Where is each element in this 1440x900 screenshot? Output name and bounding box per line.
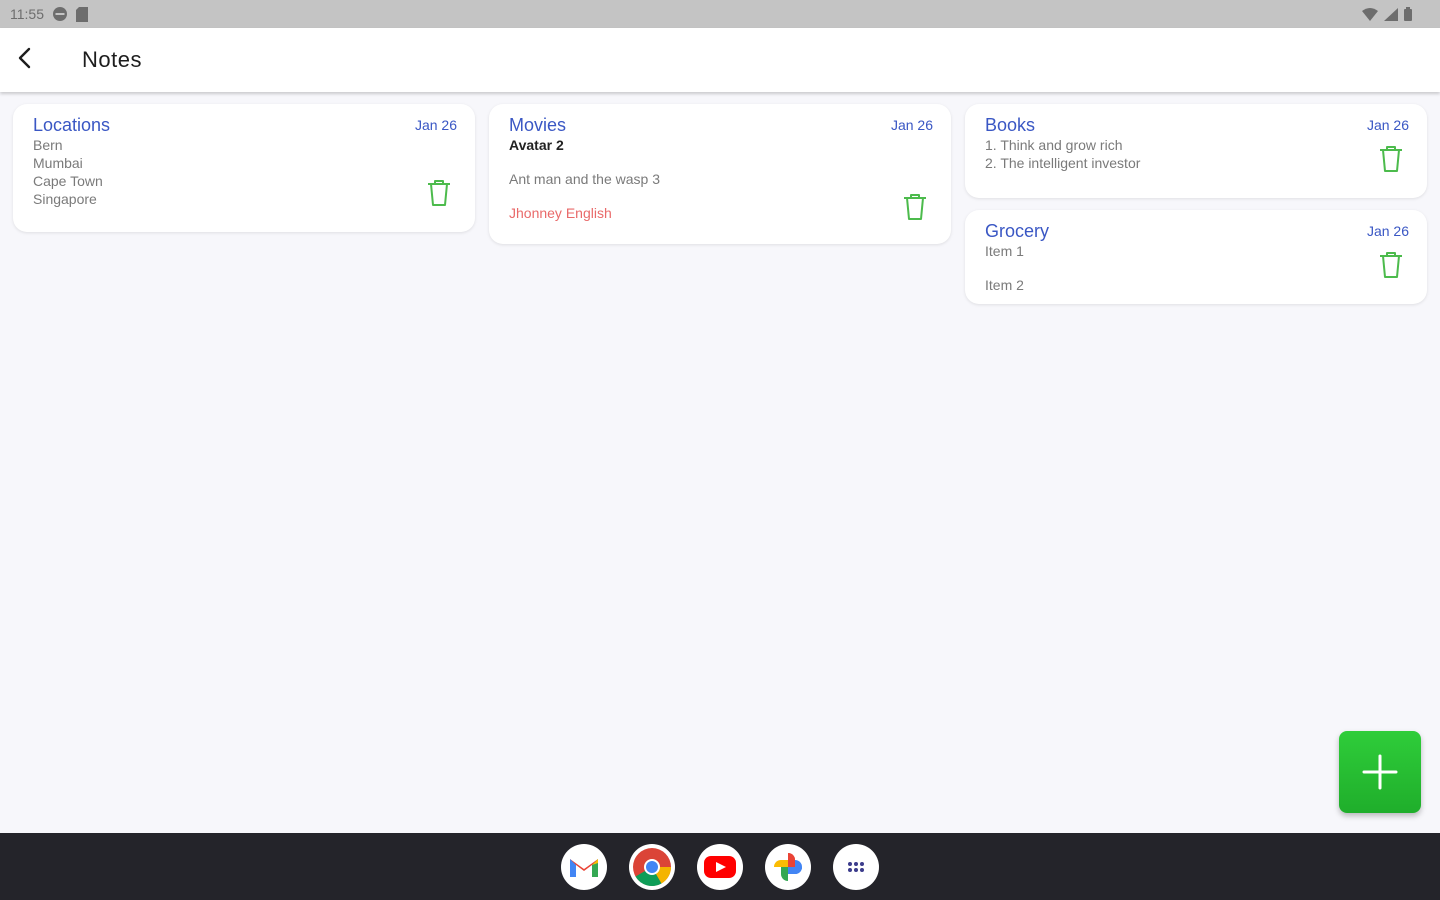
notes-column-1: Locations Jan 26 Bern Mumbai Cape Town S…	[13, 104, 475, 232]
note-date: Jan 26	[1366, 117, 1409, 133]
delete-note-button[interactable]	[901, 192, 929, 222]
wifi-icon	[1362, 7, 1378, 21]
note-line: Item 2	[985, 277, 1024, 293]
note-card-books[interactable]: Books Jan 26 1. Think and grow rich 2. T…	[965, 104, 1427, 198]
delete-note-button[interactable]	[425, 178, 453, 208]
status-time: 11:55	[10, 6, 44, 22]
sim-card-icon	[76, 6, 88, 22]
note-date: Jan 26	[1366, 223, 1409, 239]
trash-icon	[428, 180, 450, 206]
note-card-movies[interactable]: Movies Jan 26 Avatar 2 Ant man and the w…	[489, 104, 951, 244]
chrome-icon[interactable]	[629, 843, 675, 890]
cell-signal-icon	[1384, 7, 1398, 21]
notes-column-2: Movies Jan 26 Avatar 2 Ant man and the w…	[489, 104, 951, 244]
note-line: Item 1	[985, 243, 1024, 259]
back-button[interactable]	[0, 34, 52, 86]
status-left: 11:55	[10, 6, 88, 22]
note-line: 1. Think and grow rich	[985, 137, 1123, 153]
do-not-disturb-icon	[52, 6, 68, 22]
status-right	[1362, 7, 1412, 21]
trash-icon	[1380, 252, 1402, 278]
photos-icon[interactable]	[765, 843, 811, 890]
page-title: Notes	[82, 47, 142, 72]
note-date: Jan 26	[890, 117, 933, 133]
note-line: Jhonney English	[509, 205, 612, 221]
note-line: Ant man and the wasp 3	[509, 171, 660, 187]
youtube-icon[interactable]	[697, 843, 743, 890]
note-line: Bern	[33, 137, 63, 153]
note-date: Jan 26	[414, 117, 457, 133]
note-title: Locations	[33, 115, 111, 135]
notes-grid: Locations Jan 26 Bern Mumbai Cape Town S…	[0, 92, 1440, 833]
taskbar	[0, 833, 1440, 900]
note-line: Avatar 2	[509, 137, 564, 153]
status-bar: 11:55	[0, 0, 1440, 28]
battery-icon	[1404, 7, 1412, 21]
delete-note-button[interactable]	[1377, 250, 1405, 280]
note-card-grocery[interactable]: Grocery Jan 26 Item 1 Item 2	[965, 210, 1427, 304]
plus-icon	[1362, 754, 1398, 790]
note-line: 2. The intelligent investor	[985, 155, 1141, 171]
add-note-button[interactable]	[1339, 731, 1421, 813]
note-title: Movies	[509, 115, 567, 135]
note-card-locations[interactable]: Locations Jan 26 Bern Mumbai Cape Town S…	[13, 104, 475, 232]
note-title: Grocery	[985, 221, 1050, 241]
delete-note-button[interactable]	[1377, 144, 1405, 174]
note-line: Mumbai	[33, 155, 83, 171]
arrow-back-icon	[14, 46, 38, 75]
note-line: Cape Town	[33, 173, 103, 189]
app-bar: Notes	[0, 28, 1440, 92]
note-line: Singapore	[33, 191, 97, 207]
trash-icon	[904, 194, 926, 220]
notes-column-3: Books Jan 26 1. Think and grow rich 2. T…	[965, 104, 1427, 304]
gmail-icon[interactable]	[561, 843, 607, 890]
trash-icon	[1380, 146, 1402, 172]
note-title: Books	[985, 115, 1036, 135]
app-drawer-icon[interactable]	[833, 843, 879, 890]
